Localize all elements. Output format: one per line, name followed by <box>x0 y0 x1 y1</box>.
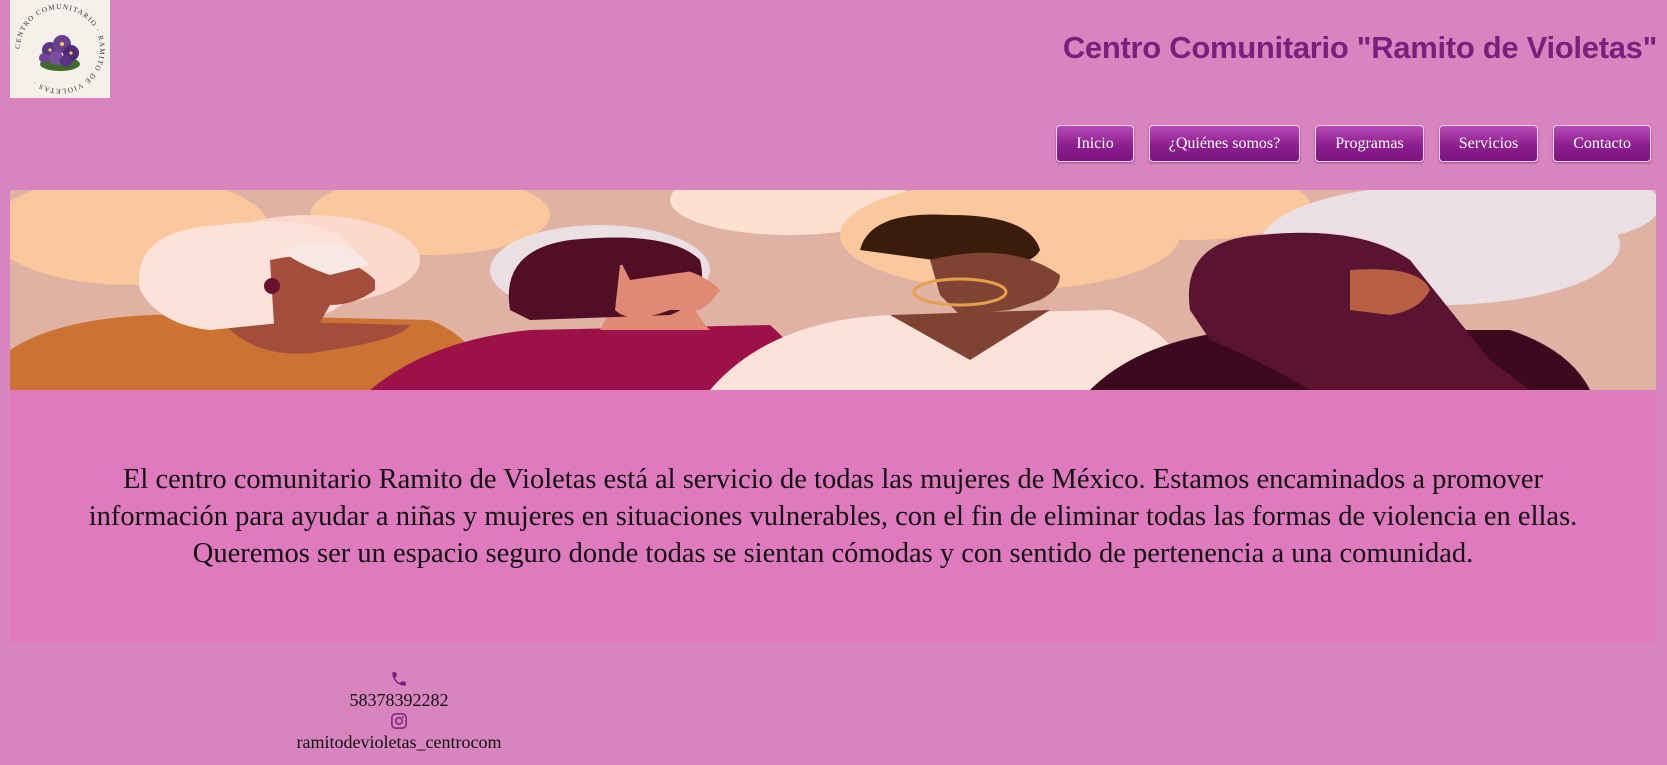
about-text: El centro comunitario Ramito de Violetas… <box>88 463 1578 569</box>
nav-inicio-button[interactable]: Inicio <box>1056 125 1134 162</box>
hero-banner <box>10 190 1656 390</box>
phone-icon <box>392 672 406 686</box>
nav-servicios-button[interactable]: Servicios <box>1438 125 1539 162</box>
site-title: Centro Comunitario "Ramito de Violetas" <box>1062 30 1657 65</box>
nav-contacto-button[interactable]: Contacto <box>1553 125 1651 162</box>
logo[interactable]: CENTRO COMUNITARIO · RAMITO DE VIOLETAS … <box>10 0 110 98</box>
violet-flowers-icon <box>39 35 80 71</box>
logo-image: CENTRO COMUNITARIO · RAMITO DE VIOLETAS … <box>14 3 105 95</box>
instagram-icon[interactable] <box>390 712 408 730</box>
nav-programas-button[interactable]: Programas <box>1315 125 1424 162</box>
instagram-handle[interactable]: ramitodevioletas_centrocom <box>270 730 528 754</box>
main-nav: Inicio ¿Quiénes somos? Programas Servici… <box>1056 125 1651 162</box>
footer-contact: 58378392282 ramitodevioletas_centrocom <box>270 670 528 754</box>
nav-quienes-somos-button[interactable]: ¿Quiénes somos? <box>1148 125 1301 162</box>
phone-number: 58378392282 <box>349 690 449 710</box>
about-section: El centro comunitario Ramito de Violetas… <box>10 390 1656 642</box>
women-illustration <box>10 190 1656 390</box>
